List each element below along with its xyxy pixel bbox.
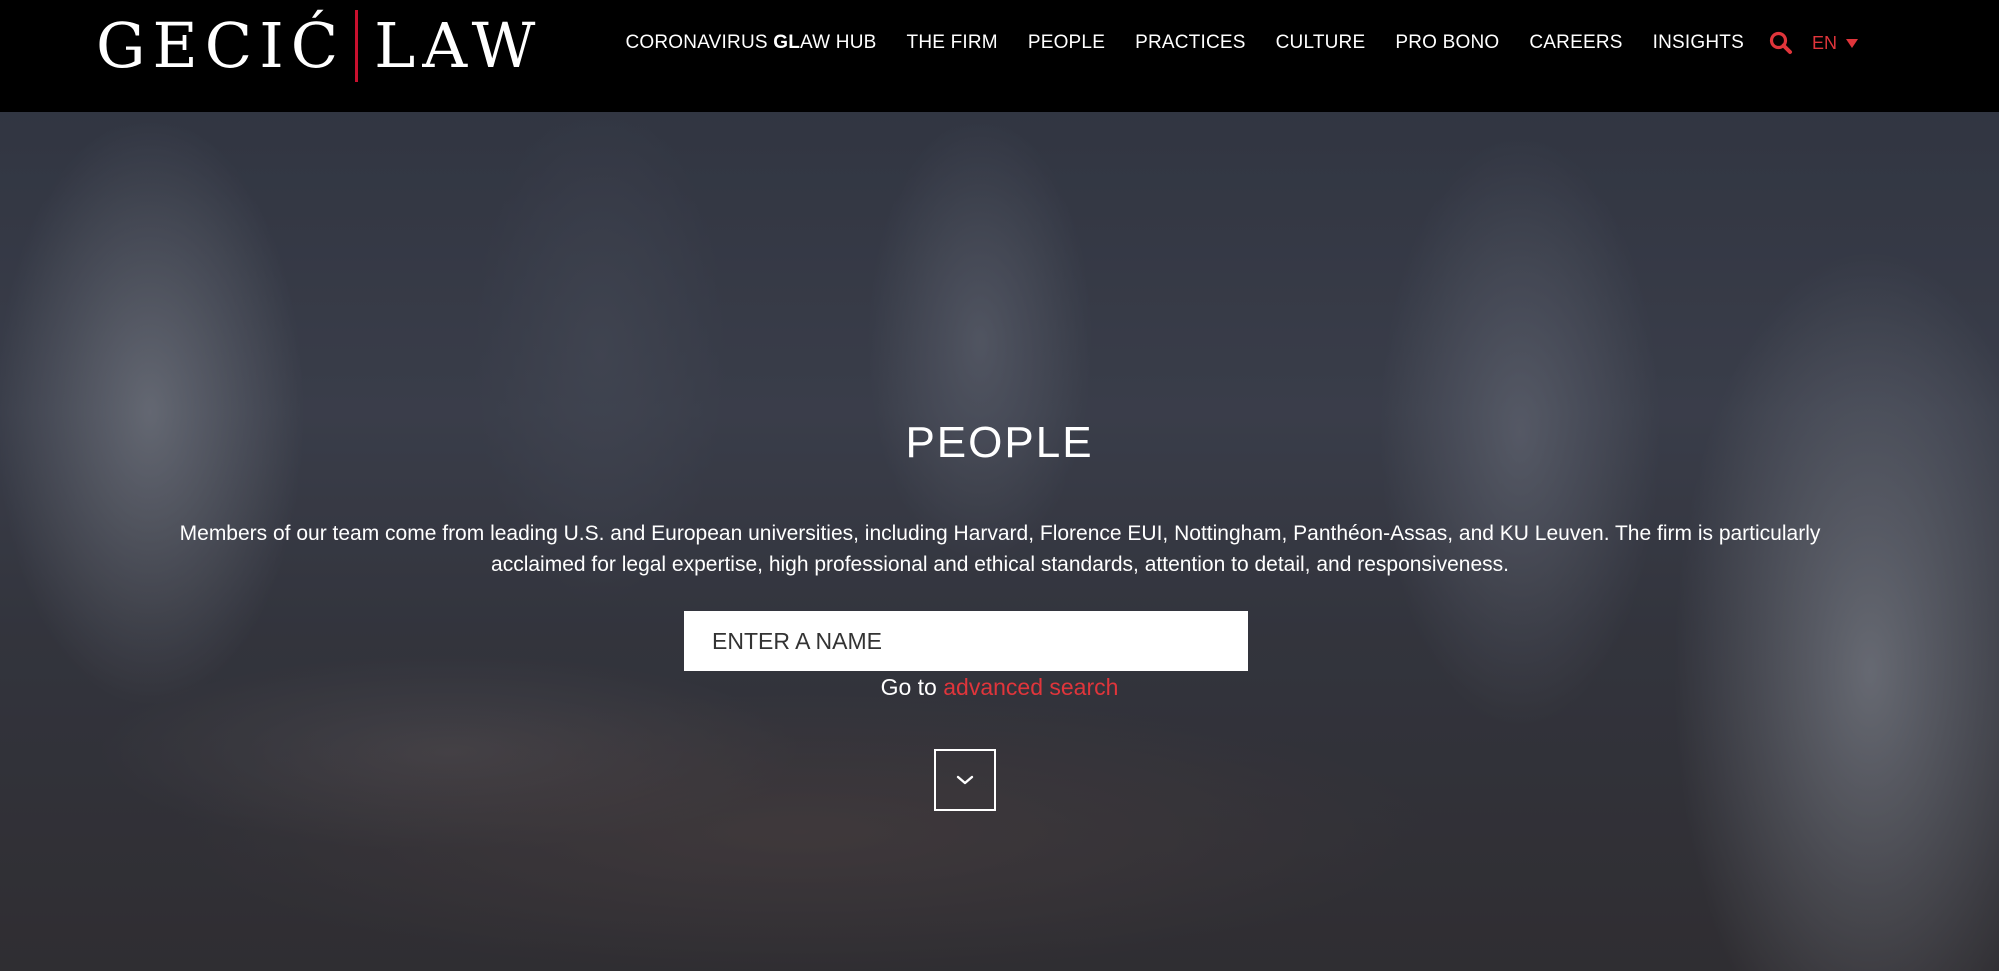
logo-divider [355,10,359,82]
logo[interactable]: GECIĆ LAW [96,10,542,82]
nav-item-insights[interactable]: INSIGHTS [1653,32,1744,54]
advanced-search-prefix: Go to [880,674,944,700]
caret-down-icon [1846,38,1858,48]
nav-hub-prefix: CORONAVIRUS [625,32,774,53]
logo-text-left: GECIĆ [96,9,346,82]
nav-hub-suffix: AW HUB [800,32,877,53]
page-title: PEOPLE [905,418,1094,467]
nav-item-careers[interactable]: CAREERS [1529,32,1622,54]
site-header: GECIĆ LAW CORONAVIRUS GLAW HUB THE FIRM … [0,0,1999,112]
main-nav: CORONAVIRUS GLAW HUB THE FIRM PEOPLE PRA… [625,26,1858,60]
logo-text-right: LAW [374,9,543,82]
chevron-down-icon [956,775,974,785]
advanced-search-link[interactable]: advanced search [943,674,1118,700]
hero-description: Members of our team come from leading U.… [179,522,1821,576]
page: GECIĆ LAW CORONAVIRUS GLAW HUB THE FIRM … [0,0,1999,971]
hero-section: PEOPLE Members of our team come from lea… [0,112,1999,971]
nav-item-the-firm[interactable]: THE FIRM [907,32,998,54]
nav-item-people[interactable]: PEOPLE [1028,32,1105,54]
advanced-search-line: Go to advanced search [0,674,1999,701]
nav-item-coronavirus-hub[interactable]: CORONAVIRUS GLAW HUB [625,32,876,54]
language-label: EN [1811,32,1837,53]
scroll-down-button[interactable] [934,749,996,811]
nav-item-culture[interactable]: CULTURE [1276,32,1366,54]
language-selector[interactable]: EN [1812,33,1858,54]
nav-item-pro-bono[interactable]: PRO BONO [1395,32,1499,54]
nav-item-practices[interactable]: PRACTICES [1135,32,1246,54]
search-icon[interactable] [1768,30,1794,56]
name-search-input[interactable] [684,611,1248,671]
nav-hub-bold: GL [773,32,801,53]
